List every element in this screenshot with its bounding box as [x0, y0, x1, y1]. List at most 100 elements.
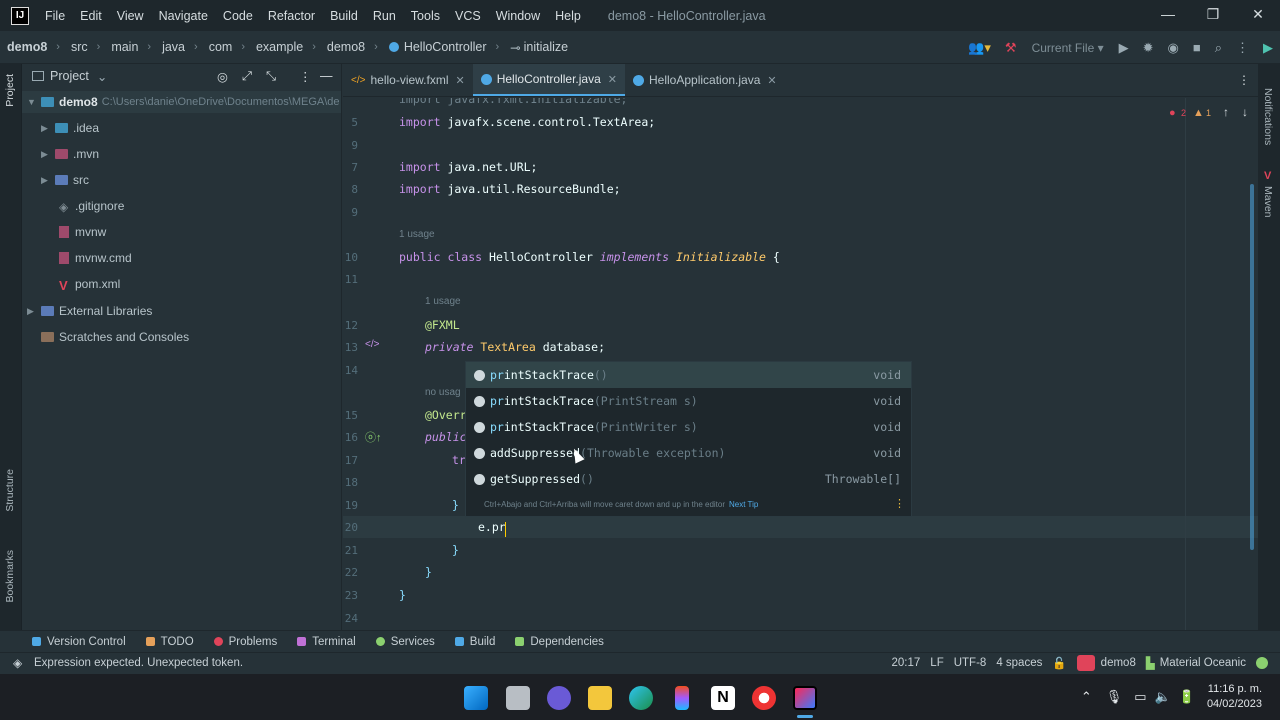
menu-help[interactable]: Help: [555, 9, 581, 23]
todo-tab[interactable]: TODO: [145, 636, 194, 648]
run-icon[interactable]: ▶: [1119, 40, 1129, 56]
plugin-icon[interactable]: ▶: [1263, 40, 1273, 56]
menu-window[interactable]: Window: [496, 9, 540, 23]
tree-item-mvn[interactable]: ▶ .mvn: [41, 143, 99, 165]
breadcrumb-project[interactable]: demo8: [7, 40, 47, 54]
project-tool-tab[interactable]: Project: [4, 74, 16, 107]
close-icon[interactable]: ✕: [456, 74, 465, 87]
add-user-icon[interactable]: 👥▾: [968, 40, 991, 56]
chevron-down-icon[interactable]: ⌄: [97, 69, 107, 84]
file-explorer-icon[interactable]: [588, 686, 612, 710]
bookmarks-tool-tab[interactable]: Bookmarks: [4, 550, 16, 603]
teams-chat-icon[interactable]: [547, 686, 571, 710]
usage-hint[interactable]: 1 usage: [399, 229, 435, 240]
breadcrumb-com[interactable]: com: [209, 40, 233, 54]
breadcrumb-main[interactable]: main: [111, 40, 138, 54]
maven-tool-tab[interactable]: Maven: [1262, 186, 1274, 218]
microphone-icon[interactable]: 🎙: [1106, 689, 1123, 705]
tree-item-scratches[interactable]: Scratches and Consoles: [41, 326, 189, 348]
maven-icon[interactable]: V: [1264, 170, 1271, 182]
menu-edit[interactable]: Edit: [80, 9, 102, 23]
tree-root[interactable]: ▼ demo8 C:\Users\danie\OneDrive\Document…: [22, 91, 341, 113]
tab-options-icon[interactable]: ⋮: [1238, 73, 1250, 87]
clock[interactable]: 11:16 p. m. 04/02/2023: [1207, 682, 1262, 712]
version-control-tab[interactable]: Version Control: [32, 636, 126, 648]
editor-scrollbar[interactable]: [1250, 184, 1254, 550]
chevron-down-icon[interactable]: ▼: [27, 97, 41, 107]
menu-code[interactable]: Code: [223, 9, 253, 23]
tree-item-mvnw[interactable]: mvnw: [59, 221, 106, 243]
breadcrumb-java[interactable]: java: [162, 40, 185, 54]
tree-item-pom[interactable]: V pom.xml: [59, 273, 120, 295]
error-icon[interactable]: ●: [1169, 107, 1176, 119]
caret-position[interactable]: 20:17: [892, 657, 921, 669]
search-icon[interactable]: ⌕: [1215, 40, 1222, 56]
intellij-taskbar-icon[interactable]: [793, 686, 817, 710]
menu-run[interactable]: Run: [373, 9, 396, 23]
options-icon[interactable]: ⋮: [299, 69, 312, 84]
breadcrumb-method[interactable]: ⊸ initialize: [510, 40, 568, 55]
figma-icon[interactable]: [675, 686, 689, 710]
terminal-tab[interactable]: Terminal: [297, 636, 356, 648]
menu-navigate[interactable]: Navigate: [159, 9, 208, 23]
completion-options-icon[interactable]: ⋮: [894, 497, 905, 510]
tree-item-external-libraries[interactable]: ▶ External Libraries: [27, 300, 152, 322]
usage-hint[interactable]: no usag: [425, 387, 461, 398]
network-icon[interactable]: ▭: [1134, 689, 1146, 705]
completion-item[interactable]: pr intStackTrace (PrintWriter s) void: [466, 414, 911, 440]
indent-setting[interactable]: 4 spaces: [996, 657, 1042, 669]
line-separator[interactable]: LF: [930, 657, 943, 669]
task-view-icon[interactable]: [506, 686, 530, 710]
notion-icon[interactable]: N: [711, 686, 735, 710]
stop-icon[interactable]: ■: [1193, 40, 1201, 55]
close-icon[interactable]: ✕: [767, 74, 776, 87]
chevron-right-icon[interactable]: ▶: [27, 306, 41, 317]
volume-icon[interactable]: 🔈: [1155, 689, 1171, 705]
chrome-browser-icon[interactable]: [752, 686, 776, 710]
completion-item[interactable]: pr intStackTrace() void: [466, 362, 911, 388]
tree-item-gitignore[interactable]: ◈ .gitignore: [59, 195, 124, 217]
status-indicator-icon[interactable]: [1256, 657, 1268, 669]
chevron-right-icon[interactable]: ▶: [41, 175, 55, 186]
project-name[interactable]: demo8: [1101, 657, 1136, 669]
file-encoding[interactable]: UTF-8: [954, 657, 987, 669]
hide-panel-icon[interactable]: —: [320, 69, 333, 83]
theme-name[interactable]: Material Oceanic: [1160, 657, 1246, 669]
fxml-link-gutter-icon[interactable]: </>: [365, 339, 379, 350]
next-tip-link[interactable]: Next Tip: [729, 500, 758, 509]
completion-item[interactable]: addSup pressed (Throwable exception) void: [466, 440, 911, 466]
menu-vcs[interactable]: VCS: [455, 9, 481, 23]
breadcrumb-example[interactable]: example: [256, 40, 303, 54]
services-tab[interactable]: Services: [375, 636, 435, 648]
menu-tools[interactable]: Tools: [411, 9, 440, 23]
tab-hello-controller[interactable]: HelloController.java ✕: [472, 64, 625, 96]
usage-hint[interactable]: 1 usage: [425, 296, 461, 307]
more-options-icon[interactable]: ⋮: [1236, 40, 1249, 56]
dependencies-tab[interactable]: Dependencies: [515, 636, 604, 648]
breadcrumb-src[interactable]: src: [71, 40, 88, 54]
tab-hello-application[interactable]: HelloApplication.java ✕: [625, 64, 785, 96]
completion-item[interactable]: getSup pressed() Throwable[]: [466, 466, 911, 492]
close-icon[interactable]: ✕: [608, 73, 617, 86]
tree-item-mvnw-cmd[interactable]: mvnw.cmd: [59, 247, 132, 269]
run-configuration-select[interactable]: Current File ▾: [1032, 41, 1104, 55]
chevron-right-icon[interactable]: ▶: [41, 123, 55, 134]
menu-view[interactable]: View: [117, 9, 144, 23]
coverage-icon[interactable]: ◉: [1168, 40, 1179, 56]
breadcrumb-class[interactable]: HelloController: [388, 40, 487, 54]
previous-highlight-icon[interactable]: ↑: [1223, 105, 1229, 119]
windows-start-icon[interactable]: [464, 686, 488, 710]
chevron-right-icon[interactable]: ▶: [41, 149, 55, 160]
completion-item[interactable]: pr intStackTrace (PrintStream s) void: [466, 388, 911, 414]
maximize-button[interactable]: ❐: [1203, 6, 1223, 23]
tab-hello-view-fxml[interactable]: </> hello-view.fxml ✕: [343, 64, 473, 96]
tree-item-src[interactable]: ▶ src: [41, 169, 89, 191]
collapse-all-icon[interactable]: ⤡: [266, 69, 276, 84]
status-message[interactable]: Expression expected. Unexpected token.: [34, 657, 243, 669]
menu-file[interactable]: File: [45, 9, 65, 23]
tree-item-idea[interactable]: ▶ .idea: [41, 117, 99, 139]
breadcrumb-demo8-package[interactable]: demo8: [327, 40, 365, 54]
chevron-up-icon[interactable]: ⌃: [1081, 689, 1092, 705]
minimize-button[interactable]: —: [1158, 6, 1178, 22]
warning-icon[interactable]: ▲: [1193, 107, 1204, 119]
